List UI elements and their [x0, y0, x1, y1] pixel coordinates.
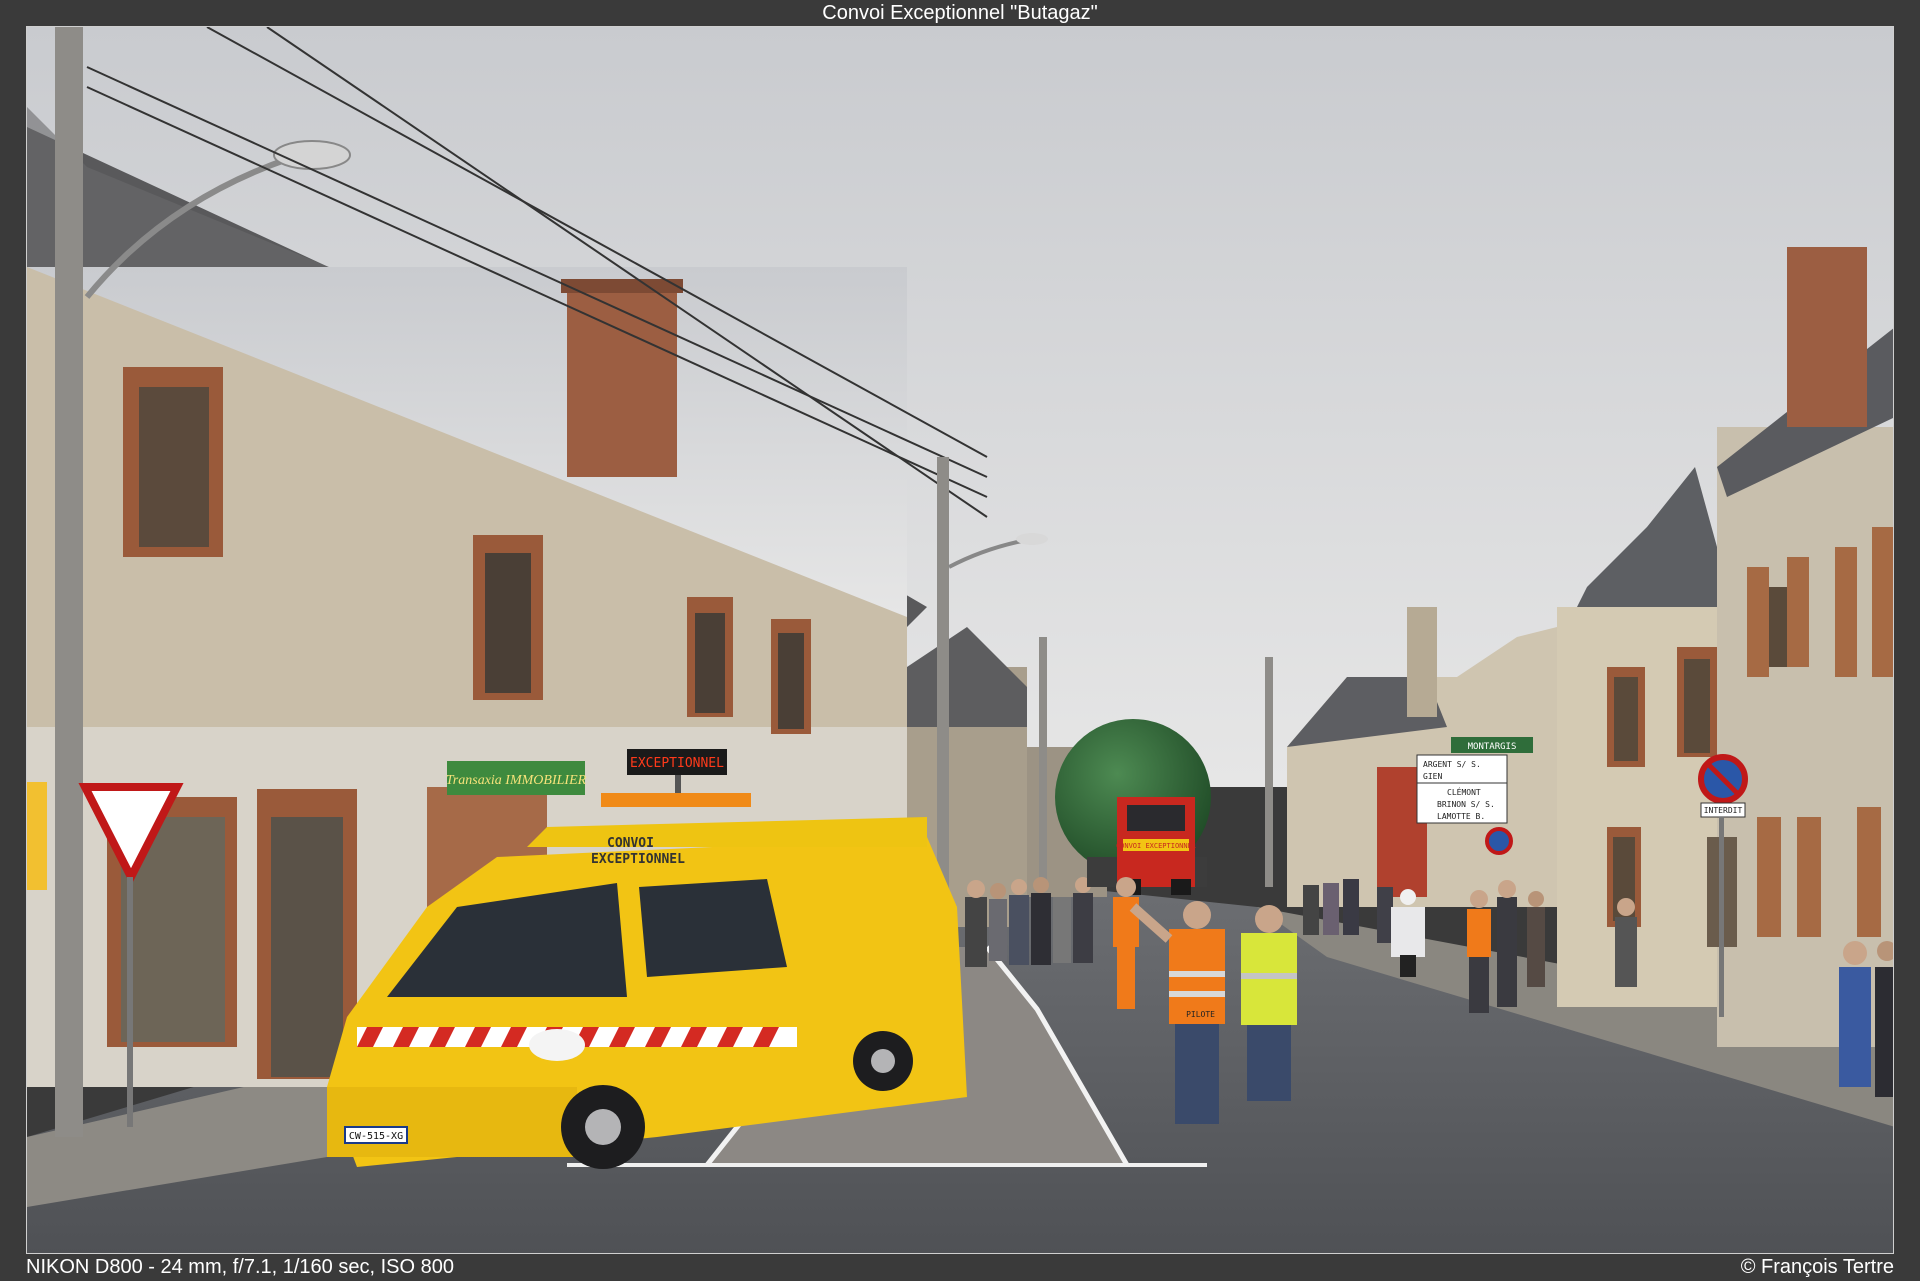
- street-scene: Transaxia IMMOBILIER MONTARGIS ARGENT S/…: [27, 27, 1893, 1253]
- worker-hiviz: [1241, 905, 1297, 1101]
- svg-text:BRINON S/ S.: BRINON S/ S.: [1437, 800, 1495, 809]
- svg-text:LAMOTTE B.: LAMOTTE B.: [1437, 812, 1485, 821]
- yellow-sign: [27, 782, 47, 890]
- svg-text:PILOTE: PILOTE: [1186, 1010, 1215, 1019]
- truck-banner: CONVOI EXCEPTIONNEL: [1116, 842, 1196, 850]
- shutter: [1872, 527, 1893, 677]
- worker-orange-2: [1467, 890, 1491, 1013]
- svg-text:EXCEPTIONNEL: EXCEPTIONNEL: [591, 852, 685, 867]
- chimney: [567, 287, 677, 477]
- svg-text:CW-515-XG: CW-515-XG: [349, 1131, 403, 1142]
- photo-footer: NIKON D800 - 24 mm, f/7.1, 1/160 sec, IS…: [26, 1254, 1894, 1281]
- photo-title: Convoi Exceptionnel "Butagaz": [822, 2, 1098, 24]
- shutter: [1857, 807, 1881, 937]
- right-chimney: [1787, 247, 1867, 427]
- svg-text:CLÉMONT: CLÉMONT: [1447, 786, 1481, 797]
- svg-text:INTERDIT: INTERDIT: [1704, 806, 1743, 815]
- shutter: [1757, 817, 1781, 937]
- shutter: [1835, 547, 1857, 677]
- svg-text:ARGENT S/ S.: ARGENT S/ S.: [1423, 760, 1481, 769]
- shutter: [1747, 567, 1769, 677]
- utility-pole: [55, 27, 83, 1137]
- shop-sign-text: Transaxia IMMOBILIER: [446, 773, 587, 788]
- end-building: [1717, 427, 1893, 1047]
- camera-info: NIKON D800 - 24 mm, f/7.1, 1/160 sec, IS…: [26, 1256, 454, 1278]
- photograph: Transaxia IMMOBILIER MONTARGIS ARGENT S/…: [26, 26, 1894, 1254]
- copyright: © François Tertre: [1740, 1256, 1894, 1278]
- svg-text:EXCEPTIONNEL: EXCEPTIONNEL: [630, 756, 724, 771]
- svg-text:MONTARGIS: MONTARGIS: [1468, 742, 1517, 752]
- shutter: [1787, 557, 1809, 667]
- streetlight: [273, 140, 351, 170]
- svg-text:GIEN: GIEN: [1423, 772, 1442, 781]
- shutter: [1797, 817, 1821, 937]
- svg-text:CONVOI: CONVOI: [607, 836, 654, 851]
